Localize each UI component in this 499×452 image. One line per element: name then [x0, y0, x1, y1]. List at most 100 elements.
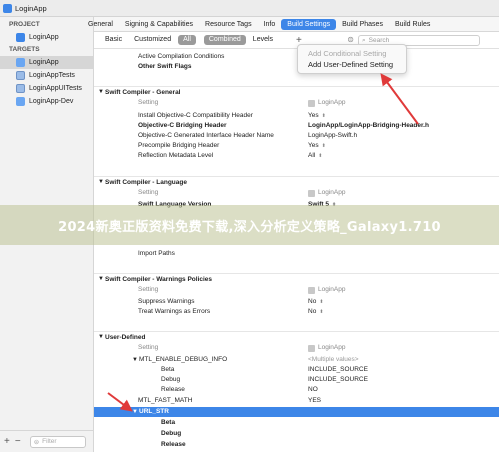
setting-name[interactable]: URL_STR — [139, 407, 169, 417]
section-header-swift-warnings[interactable]: ▼ Swift Compiler - Warnings Policies — [94, 273, 499, 284]
tab-info[interactable]: Info — [258, 19, 282, 30]
setting-row[interactable]: Precompile Bridging Header Yes ⬍ — [94, 141, 499, 151]
filter-scope-icon[interactable]: ⊜ — [347, 35, 354, 44]
setting-row[interactable]: Reflection Metadata Level All ⬍ — [94, 151, 499, 161]
tab-build-settings[interactable]: Build Settings — [281, 18, 337, 30]
configuration-name: Release — [161, 386, 185, 393]
setting-name: MTL_FAST_MATH — [138, 397, 193, 404]
sidebar-item-target-loginapp-dev[interactable]: LoginApp-Dev — [0, 95, 93, 108]
disclosure-triangle-icon: ▼ — [98, 334, 104, 340]
test-target-icon — [16, 71, 25, 80]
setting-value[interactable]: Yes ⬍ — [308, 111, 326, 121]
setting-value[interactable]: YES — [308, 396, 321, 406]
disclosure-triangle-icon: ▼ — [98, 276, 104, 282]
combined-view-button[interactable]: Combined — [203, 35, 246, 45]
setting-value[interactable]: INCLUDE_SOURCE — [308, 375, 368, 385]
popup-stepper-icon: ⬍ — [319, 299, 324, 305]
setting-row[interactable]: Import Paths — [94, 249, 499, 259]
setting-row[interactable]: MTL_FAST_MATH YES — [94, 396, 499, 406]
setting-value-text: Yes — [308, 112, 319, 119]
build-settings-list: Active Compilation Conditions Other Swif… — [94, 49, 499, 452]
setting-value[interactable]: LoginApp/LoginApp-Bridging-Header.h — [308, 121, 429, 131]
setting-value[interactable]: NO — [308, 385, 318, 395]
tab-resource-tags[interactable]: Resource Tags — [199, 19, 258, 30]
disclosure-triangle-icon[interactable]: ▼ — [132, 407, 138, 417]
tab-signing-capabilities[interactable]: Signing & Capabilities — [119, 19, 199, 30]
column-header-row: Setting LoginApp — [94, 343, 499, 353]
section-header-user-defined[interactable]: ▼ User-Defined — [94, 331, 499, 342]
setting-name: Suppress Warnings — [138, 298, 195, 305]
sidebar-item-label: LoginAppUITests — [29, 85, 82, 92]
search-placeholder: Search — [368, 37, 390, 44]
section-title: User-Defined — [105, 334, 146, 341]
column-header-target: LoginApp — [308, 285, 345, 295]
configuration-name: Debug — [161, 430, 182, 437]
watermark-banner: 2024新奥正版资料免费下载,深入分析定义策略_Galaxy1.710 — [0, 205, 499, 245]
test-target-icon — [16, 84, 25, 93]
setting-row-selected[interactable]: ▼ URL_STR — [94, 407, 499, 417]
sidebar-item-target-loginapptests[interactable]: LoginAppTests — [0, 69, 93, 82]
popup-stepper-icon: ⬍ — [319, 309, 324, 315]
setting-row[interactable]: Beta — [94, 418, 499, 428]
target-icon — [308, 344, 315, 352]
setting-row[interactable]: Install Objective-C Compatibility Header… — [94, 111, 499, 121]
setting-row[interactable]: Suppress Warnings No ⬍ — [94, 297, 499, 307]
tab-build-phases[interactable]: Build Phases — [336, 19, 389, 30]
setting-value[interactable]: All ⬍ — [308, 151, 322, 161]
menu-item-add-conditional-setting[interactable]: Add Conditional Setting — [298, 48, 406, 59]
configuration-name: Beta — [161, 419, 176, 426]
remove-target-button[interactable]: − — [15, 436, 21, 447]
setting-name: Reflection Metadata Level — [138, 152, 214, 159]
setting-value[interactable]: INCLUDE_SOURCE — [308, 365, 368, 375]
section-header-swift-language[interactable]: ▼ Swift Compiler - Language — [94, 176, 499, 187]
window-titlebar: LoginApp — [0, 0, 499, 17]
menu-item-add-user-defined-setting[interactable]: Add User-Defined Setting — [298, 59, 406, 70]
sidebar-item-project[interactable]: LoginApp — [0, 31, 93, 44]
setting-value[interactable]: LoginApp-Swift.h — [308, 131, 357, 141]
disclosure-triangle-icon: ▼ — [98, 89, 104, 95]
levels-view-button[interactable]: Levels — [248, 35, 278, 45]
basic-filter-button[interactable]: Basic — [100, 35, 127, 45]
setting-name: Install Objective-C Compatibility Header — [138, 112, 253, 119]
filter-icon: ⊜ — [33, 438, 40, 446]
setting-row[interactable]: Objective-C Generated Interface Header N… — [94, 131, 499, 141]
setting-value[interactable]: No ⬍ — [308, 297, 324, 307]
setting-row[interactable]: Treat Warnings as Errors No ⬍ — [94, 307, 499, 317]
setting-name: Objective-C Bridging Header — [138, 122, 227, 129]
setting-row[interactable]: Release NO — [94, 385, 499, 395]
setting-row[interactable]: Objective-C Bridging Header LoginApp/Log… — [94, 121, 499, 131]
popup-stepper-icon: ⬍ — [321, 143, 326, 149]
setting-row[interactable]: ▼ MTL_ENABLE_DEBUG_INFO <Multiple values… — [94, 355, 499, 365]
section-header-swift-general[interactable]: ▼ Swift Compiler - General — [94, 86, 499, 97]
column-header-target-label: LoginApp — [318, 344, 346, 351]
sidebar-item-label: LoginApp — [29, 59, 59, 66]
column-header-target: LoginApp — [308, 98, 345, 108]
setting-row[interactable]: Debug INCLUDE_SOURCE — [94, 375, 499, 385]
sidebar-filter-field[interactable]: ⊜ Filter — [29, 435, 86, 448]
add-target-button[interactable]: + — [4, 436, 10, 447]
setting-row[interactable]: Debug — [94, 429, 499, 439]
column-header-target-label: LoginApp — [318, 99, 346, 106]
project-icon — [16, 33, 25, 42]
editor-tab-bar: General Signing & Capabilities Resource … — [88, 17, 499, 32]
tab-general[interactable]: General — [82, 19, 119, 30]
sidebar-item-target-loginappuitests[interactable]: LoginAppUITests — [0, 82, 93, 95]
disclosure-triangle-icon[interactable]: ▼ — [132, 355, 138, 365]
setting-value-text: No — [308, 308, 317, 315]
popup-stepper-icon: ⬍ — [318, 153, 323, 159]
setting-value[interactable]: Yes ⬍ — [308, 141, 326, 151]
all-filter-button[interactable]: All — [178, 35, 196, 45]
setting-name: MTL_ENABLE_DEBUG_INFO — [139, 356, 228, 363]
sidebar-item-target-loginapp[interactable]: LoginApp — [0, 56, 93, 69]
setting-value[interactable]: <Multiple values> — [308, 355, 359, 365]
customized-filter-button[interactable]: Customized — [129, 35, 176, 45]
setting-row[interactable]: Beta INCLUDE_SOURCE — [94, 365, 499, 375]
setting-row[interactable]: Release — [94, 440, 499, 450]
configuration-name: Beta — [161, 366, 175, 373]
disclosure-triangle-icon: ▼ — [98, 179, 104, 185]
tab-build-rules[interactable]: Build Rules — [389, 19, 436, 30]
column-header-setting: Setting — [138, 189, 159, 196]
setting-value[interactable]: No ⬍ — [308, 307, 324, 317]
column-header-target-label: LoginApp — [318, 286, 346, 293]
column-header-row: Setting LoginApp — [94, 285, 499, 295]
